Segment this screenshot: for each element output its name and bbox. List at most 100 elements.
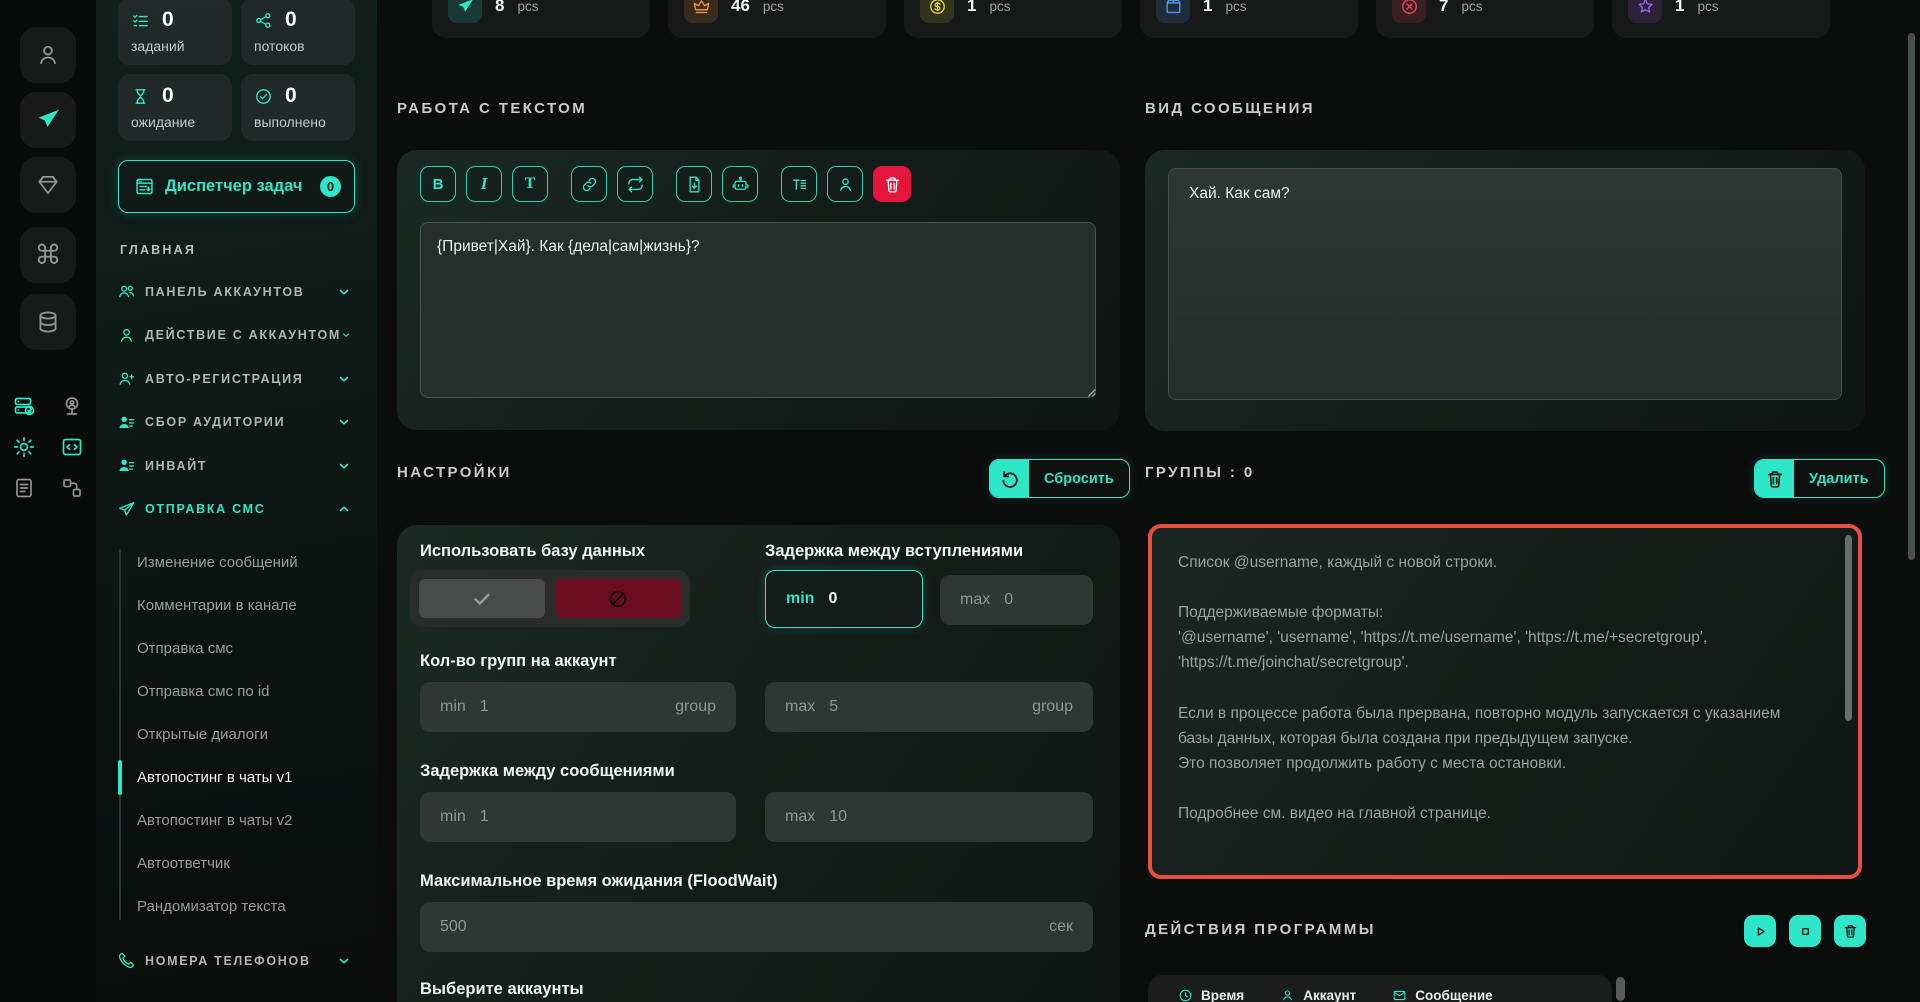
- text-work-card: B I T {Привет|Хай}. Как {дела|сам|жизнь}…: [397, 150, 1120, 430]
- gear-icon[interactable]: [12, 435, 36, 459]
- document-icon[interactable]: [12, 476, 36, 500]
- submenu-label: Изменение сообщений: [137, 554, 298, 571]
- sidebar-item-phone-numbers[interactable]: НОМЕРА ТЕЛЕФОНОВ: [96, 939, 377, 983]
- db-no-option[interactable]: [556, 579, 682, 618]
- join-delay-min-input[interactable]: min0: [765, 570, 923, 628]
- sidebar-item-label: ОТПРАВКА СМС: [145, 502, 265, 516]
- floodwait-input[interactable]: 500 сек: [420, 902, 1093, 952]
- groups-max-input[interactable]: max5group: [765, 682, 1093, 732]
- submenu-item-open-dialogs[interactable]: Открытые диалоги: [96, 713, 377, 756]
- submenu-item-autoposting-v1[interactable]: Автопостинг в чаты v1: [96, 756, 377, 799]
- profile-button[interactable]: [20, 27, 76, 83]
- floodwait-unit: сек: [1049, 918, 1073, 936]
- reset-settings-button[interactable]: Сбросить: [989, 459, 1130, 498]
- submenu-label: Отправка смс: [137, 640, 233, 657]
- message-delay-min-input[interactable]: min1: [420, 792, 736, 842]
- sidebar-item-accounts-panel[interactable]: ПАНЕЛЬ АККАУНТОВ: [96, 270, 377, 314]
- page-scrollbar[interactable]: [1908, 33, 1915, 560]
- sender-button[interactable]: [20, 92, 76, 148]
- delete-label: Удалить: [1794, 471, 1884, 487]
- groups-min-input[interactable]: min1group: [420, 682, 736, 732]
- group-unit: group: [1032, 698, 1073, 716]
- stat-value: 0: [285, 8, 297, 32]
- min-prefix: min: [440, 808, 466, 826]
- mention-button[interactable]: [827, 166, 863, 202]
- bold-button[interactable]: B: [420, 166, 456, 202]
- stop-button[interactable]: [1789, 915, 1821, 947]
- stop-icon: [1797, 923, 1814, 940]
- sidebar-item-auto-registration[interactable]: АВТО-РЕГИСТРАЦИЯ: [96, 357, 377, 401]
- start-button[interactable]: [1744, 915, 1776, 947]
- chevron-down-icon: [337, 954, 351, 968]
- submenu-item-channel-comments[interactable]: Комментарии в канале: [96, 584, 377, 627]
- italic-button[interactable]: I: [466, 166, 502, 202]
- sidebar-item-audience-collect[interactable]: СБОР АУДИТОРИИ: [96, 401, 377, 445]
- log-scrollbar[interactable]: [1616, 977, 1625, 1001]
- sidebar-item-account-action[interactable]: ДЕЙСТВИЕ С АККАУНТОМ: [96, 314, 377, 358]
- message-delay-max-input[interactable]: max10: [765, 792, 1093, 842]
- groups-scrollbar[interactable]: [1845, 535, 1852, 721]
- task-dispatcher-button[interactable]: Диспетчер задач 0: [118, 160, 355, 213]
- sidebar-item-send-sms[interactable]: ОТПРАВКА СМС: [96, 488, 377, 532]
- sidebar-item-label: АВТО-РЕГИСТРАЦИЯ: [145, 372, 303, 386]
- check-circle-icon: [254, 87, 273, 106]
- submenu-item-send-sms[interactable]: Отправка смс: [96, 627, 377, 670]
- db-yes-option[interactable]: [419, 579, 545, 618]
- submenu-item-send-sms-by-id[interactable]: Отправка смс по id: [96, 670, 377, 713]
- user-list-icon: [117, 413, 136, 432]
- premium-button[interactable]: [20, 157, 76, 213]
- webcam-icon[interactable]: [60, 394, 84, 418]
- floodwait-value: 500: [440, 918, 467, 936]
- submenu-item-edit-messages[interactable]: Изменение сообщений: [96, 541, 377, 584]
- person-icon: [836, 175, 855, 194]
- server-check-icon[interactable]: [12, 394, 36, 418]
- database-button[interactable]: [20, 294, 76, 350]
- stat-threads: 0 потоков: [241, 0, 355, 65]
- submenu-label: Отправка смс по id: [137, 683, 270, 700]
- clear-log-button[interactable]: [1834, 915, 1866, 947]
- main-content: 8 pcs 46 pcs 1 pcs 1 pcs 7 pcs 1 pcs: [377, 0, 1920, 1002]
- bot-button[interactable]: [722, 166, 758, 202]
- chevron-down-icon: [337, 372, 351, 386]
- groups-title: ГРУППЫ : 0: [1145, 464, 1255, 481]
- nodes-icon[interactable]: [60, 476, 84, 500]
- sidebar-nav: ПАНЕЛЬ АККАУНТОВ ДЕЙСТВИЕ С АККАУНТОМ АВ…: [96, 270, 377, 531]
- column-time: Время: [1178, 988, 1244, 1002]
- robot-icon: [731, 175, 750, 194]
- command-icon: ⌘: [35, 242, 62, 269]
- groups-input-panel[interactable]: Список @username, каждый с новой строки.…: [1148, 524, 1862, 879]
- text-template-button[interactable]: [781, 166, 817, 202]
- submenu-item-autoresponder[interactable]: Автоответчик: [96, 842, 377, 885]
- commands-button[interactable]: ⌘: [20, 227, 76, 283]
- link-button[interactable]: [571, 166, 607, 202]
- chevron-down-icon: [337, 285, 351, 299]
- submenu-item-autoposting-v2[interactable]: Автопостинг в чаты v2: [96, 799, 377, 842]
- spin-button[interactable]: [617, 166, 653, 202]
- sidebar-item-invite[interactable]: ИНВАЙТ: [96, 444, 377, 488]
- code-box-icon[interactable]: [60, 435, 84, 459]
- settings-card: Использовать базу данных Задержка между …: [397, 525, 1120, 1002]
- resize-handle-icon[interactable]: [1085, 386, 1096, 397]
- repeat-icon: [626, 175, 645, 194]
- user-icon: [117, 326, 136, 345]
- stat-label: заданий: [131, 38, 219, 54]
- stat-label: выполнено: [254, 114, 342, 130]
- file-import-button[interactable]: [676, 166, 712, 202]
- min-value: 1: [480, 698, 489, 716]
- sidebar-item-next-cut[interactable]: [96, 988, 377, 1002]
- trash-icon: [883, 175, 902, 194]
- delete-groups-button[interactable]: Удалить: [1754, 459, 1885, 498]
- groups-per-account-label: Кол-во групп на аккаунт: [420, 652, 617, 671]
- user-list-icon: [117, 456, 136, 475]
- user-plus-icon: [117, 369, 136, 388]
- join-delay-max-input[interactable]: max0: [940, 575, 1093, 625]
- message-template-input[interactable]: {Привет|Хай}. Как {дела|сам|жизнь}?: [420, 222, 1096, 398]
- stat-value: 0: [162, 8, 174, 32]
- clear-text-button[interactable]: [873, 166, 911, 202]
- max-value: 10: [829, 808, 847, 826]
- right-column: ВИД СООБЩЕНИЯ Хай. Как сам? ГРУППЫ : 0 У…: [1145, 0, 1867, 1002]
- clock-icon: [1178, 988, 1193, 1002]
- submenu-item-text-randomizer[interactable]: Рандомизатор текста: [96, 885, 377, 928]
- title-button[interactable]: T: [512, 166, 548, 202]
- sidebar-item-label: ИНВАЙТ: [145, 459, 207, 473]
